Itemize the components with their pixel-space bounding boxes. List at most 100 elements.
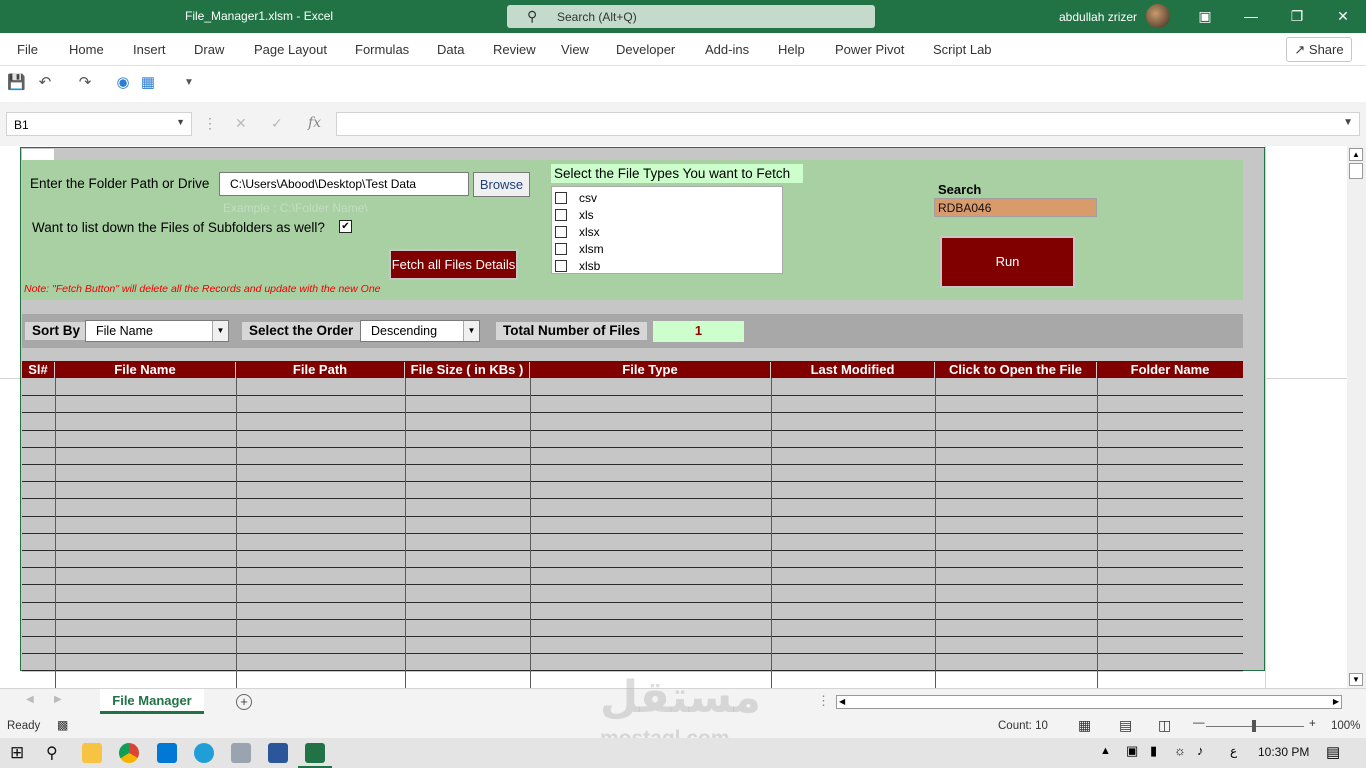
- checkbox[interactable]: [555, 243, 567, 255]
- menu-home[interactable]: Home: [69, 42, 104, 57]
- chevron-down-icon[interactable]: ▼: [463, 321, 479, 341]
- search-placeholder: Search (Alt+Q): [557, 10, 637, 24]
- enter-icon[interactable]: ✓: [271, 115, 283, 132]
- volume-icon[interactable]: ♪: [1197, 743, 1204, 758]
- insert-function-icon[interactable]: fx: [308, 115, 321, 131]
- remote-desktop-icon[interactable]: [231, 743, 251, 763]
- worksheet[interactable]: Enter the Folder Path or Drive C:\Users\…: [0, 146, 1347, 688]
- horizontal-scrollbar[interactable]: ◀ ▶: [836, 695, 1342, 709]
- share-button[interactable]: ↗ Share: [1286, 37, 1352, 62]
- search-value-cell[interactable]: RDBA046: [934, 198, 1097, 217]
- search-box[interactable]: ⚲ Search (Alt+Q): [507, 5, 875, 28]
- scroll-down-icon[interactable]: ▼: [1349, 673, 1363, 686]
- next-sheet-icon[interactable]: ▶: [54, 694, 62, 705]
- menu-formulas[interactable]: Formulas: [355, 42, 409, 57]
- notifications-icon[interactable]: ▤: [1326, 743, 1340, 761]
- table-body[interactable]: [22, 378, 1243, 688]
- form-icon[interactable]: ▦: [139, 74, 157, 92]
- cancel-icon[interactable]: ✕: [235, 115, 247, 132]
- clock[interactable]: 10:30 PM: [1258, 745, 1309, 759]
- checkbox[interactable]: [555, 260, 567, 272]
- menu-draw[interactable]: Draw: [194, 42, 224, 57]
- formula-bar: B1 ▼ ⋮ ✕ ✓ fx ▼: [0, 102, 1366, 146]
- file-explorer-icon[interactable]: [82, 743, 102, 763]
- vertical-scrollbar[interactable]: ▲ ▼: [1347, 146, 1366, 688]
- save-icon[interactable]: 💾: [7, 74, 26, 92]
- menu-file[interactable]: File: [17, 42, 38, 57]
- gridline: [1265, 146, 1266, 688]
- expand-formula-icon[interactable]: ▼: [1343, 117, 1353, 128]
- chevron-down-icon[interactable]: ▼: [176, 117, 185, 127]
- menu-power-pivot[interactable]: Power Pivot: [835, 42, 904, 57]
- subfolders-checkbox[interactable]: ✔: [339, 220, 352, 233]
- chevron-up-icon[interactable]: ▲: [1100, 745, 1111, 757]
- fetch-files-button[interactable]: Fetch all Files Details: [389, 249, 518, 280]
- zoom-in-icon[interactable]: +: [1309, 718, 1316, 730]
- scroll-up-icon[interactable]: ▲: [1349, 148, 1363, 161]
- customize-qat-icon[interactable]: ▼: [180, 74, 198, 92]
- browse-button[interactable]: Browse: [473, 172, 530, 197]
- page-layout-view-icon[interactable]: ▤: [1119, 717, 1132, 734]
- zoom-slider-thumb[interactable]: [1252, 720, 1256, 732]
- word-icon[interactable]: [268, 743, 288, 763]
- menu-script-lab[interactable]: Script Lab: [933, 42, 992, 57]
- menu-help[interactable]: Help: [778, 42, 805, 57]
- col-header-last-modified: Last Modified: [771, 362, 935, 378]
- windows-start-icon[interactable]: ⊞: [10, 743, 24, 763]
- status-count[interactable]: Count: 10: [998, 720, 1048, 732]
- chevron-down-icon[interactable]: ▼: [212, 321, 228, 341]
- excel-icon[interactable]: [305, 743, 325, 763]
- file-types-list: csv xls xlsx xlsm xlsb: [551, 186, 783, 274]
- menu-page-layout[interactable]: Page Layout: [254, 42, 327, 57]
- page-break-view-icon[interactable]: ◫: [1158, 717, 1171, 734]
- zoom-level[interactable]: 100%: [1331, 720, 1360, 732]
- menu-data[interactable]: Data: [437, 42, 464, 57]
- scroll-right-icon[interactable]: ▶: [1333, 697, 1339, 706]
- scroll-thumb[interactable]: [1349, 163, 1363, 179]
- restore-icon[interactable]: ❐: [1284, 4, 1310, 28]
- sheet-tab-file-manager[interactable]: File Manager: [100, 689, 204, 714]
- prev-sheet-icon[interactable]: ◀: [26, 694, 34, 705]
- avatar[interactable]: [1146, 4, 1170, 28]
- close-icon[interactable]: ✕: [1330, 4, 1356, 28]
- checkbox[interactable]: [555, 209, 567, 221]
- search-icon[interactable]: ⚲: [46, 743, 58, 763]
- table-row: [22, 653, 1243, 654]
- meet-now-icon[interactable]: ▣: [1126, 743, 1138, 759]
- checkbox[interactable]: [555, 192, 567, 204]
- menu-insert[interactable]: Insert: [133, 42, 166, 57]
- add-sheet-icon[interactable]: +: [236, 694, 252, 710]
- col-header-file-name: File Name: [55, 362, 236, 378]
- folder-path-input[interactable]: C:\Users\Abood\Desktop\Test Data: [219, 172, 469, 196]
- battery-icon[interactable]: ▮: [1150, 743, 1157, 759]
- ribbon-display-icon[interactable]: ▣: [1192, 4, 1218, 28]
- refresh-icon[interactable]: ◉: [114, 74, 132, 92]
- checkbox[interactable]: [555, 226, 567, 238]
- run-button[interactable]: Run: [940, 236, 1075, 288]
- order-select[interactable]: Descending ▼: [360, 320, 480, 342]
- user-name[interactable]: abdullah zrizer: [1059, 10, 1137, 24]
- redo-icon[interactable]: ↷: [76, 74, 94, 92]
- menu-add-ins[interactable]: Add-ins: [705, 42, 749, 57]
- table-row: [22, 498, 1243, 499]
- menu-review[interactable]: Review: [493, 42, 536, 57]
- normal-view-icon[interactable]: ▦: [1078, 717, 1091, 734]
- minimize-icon[interactable]: —: [1238, 4, 1264, 28]
- language-indicator[interactable]: ع: [1230, 744, 1237, 758]
- edge-icon[interactable]: [194, 743, 214, 763]
- outlook-icon[interactable]: [157, 743, 177, 763]
- menu-developer[interactable]: Developer: [616, 42, 675, 57]
- chrome-icon[interactable]: [119, 743, 139, 763]
- formula-input[interactable]: ▼: [336, 112, 1360, 136]
- wifi-icon[interactable]: ☼: [1174, 743, 1186, 758]
- table-column-line: [1097, 378, 1098, 688]
- undo-icon[interactable]: ↶: [36, 74, 54, 92]
- sort-by-select[interactable]: File Name ▼: [85, 320, 229, 342]
- split-handle-icon[interactable]: ⋮: [817, 693, 830, 709]
- scroll-left-icon[interactable]: ◀: [839, 697, 845, 706]
- name-box[interactable]: B1 ▼: [6, 112, 192, 136]
- menu-view[interactable]: View: [561, 42, 589, 57]
- accessibility-icon[interactable]: ▩: [57, 718, 68, 732]
- table-row: [22, 447, 1243, 448]
- zoom-out-icon[interactable]: —: [1193, 717, 1205, 729]
